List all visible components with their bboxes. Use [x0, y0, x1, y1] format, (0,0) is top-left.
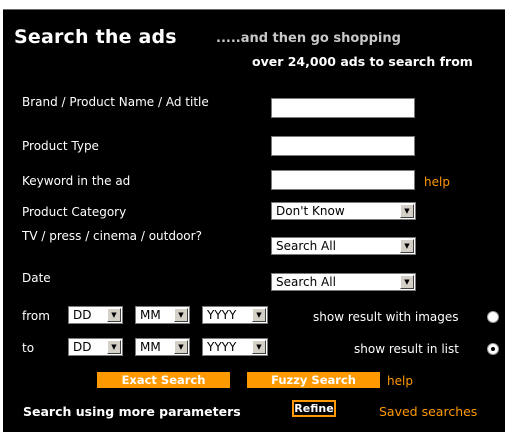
- product-type-input[interactable]: [271, 136, 415, 156]
- chevron-down-icon[interactable]: ▼: [252, 308, 266, 322]
- ad-count-text: over 24,000 ads to search from: [252, 54, 473, 69]
- to-year-select[interactable]: YYYY ▼: [202, 338, 268, 356]
- refine-button[interactable]: Refine: [292, 400, 336, 417]
- page-title: Search the ads: [14, 26, 177, 48]
- to-day-value: DD: [73, 340, 92, 354]
- to-month-value: MM: [140, 340, 161, 354]
- show-list-label: show result in list: [354, 342, 459, 356]
- chevron-down-icon[interactable]: ▼: [400, 204, 414, 218]
- from-month-select[interactable]: MM ▼: [135, 306, 190, 324]
- chevron-down-icon[interactable]: ▼: [400, 275, 414, 289]
- chevron-down-icon[interactable]: ▼: [107, 308, 121, 322]
- show-images-radio[interactable]: [487, 311, 499, 323]
- from-label: from: [22, 309, 50, 323]
- saved-searches-link[interactable]: Saved searches: [379, 404, 477, 419]
- exact-search-button[interactable]: Exact Search: [97, 372, 230, 388]
- from-year-select[interactable]: YYYY ▼: [202, 306, 268, 324]
- category-label: Product Category: [22, 205, 127, 219]
- chevron-down-icon[interactable]: ▼: [174, 340, 188, 354]
- to-month-select[interactable]: MM ▼: [135, 338, 190, 356]
- date-label: Date: [22, 271, 51, 285]
- search-help-link[interactable]: help: [387, 374, 413, 388]
- keyword-label: Keyword in the ad: [22, 174, 131, 188]
- category-select[interactable]: Don't Know ▼: [271, 202, 416, 220]
- keyword-input[interactable]: [271, 170, 415, 190]
- brand-input[interactable]: [271, 98, 415, 118]
- from-year-value: YYYY: [207, 308, 237, 322]
- show-images-label: show result with images: [313, 310, 459, 324]
- media-select[interactable]: Search All ▼: [271, 237, 416, 255]
- fuzzy-search-button[interactable]: Fuzzy Search: [247, 372, 380, 388]
- search-panel: [3, 9, 505, 432]
- to-year-value: YYYY: [207, 340, 237, 354]
- from-day-value: DD: [73, 308, 92, 322]
- chevron-down-icon[interactable]: ▼: [107, 340, 121, 354]
- show-list-radio[interactable]: [487, 343, 499, 355]
- date-select[interactable]: Search All ▼: [271, 273, 416, 291]
- panel-top-border: [3, 9, 505, 10]
- product-type-label: Product Type: [22, 139, 99, 153]
- to-label: to: [22, 341, 35, 355]
- brand-label: Brand / Product Name / Ad title: [22, 95, 209, 109]
- chevron-down-icon[interactable]: ▼: [252, 340, 266, 354]
- chevron-down-icon[interactable]: ▼: [400, 239, 414, 253]
- chevron-down-icon[interactable]: ▼: [174, 308, 188, 322]
- category-selected-value: Don't Know: [276, 204, 345, 218]
- media-selected-value: Search All: [276, 239, 336, 253]
- keyword-help-link[interactable]: help: [424, 175, 450, 189]
- from-day-select[interactable]: DD ▼: [68, 306, 123, 324]
- more-parameters-label: Search using more parameters: [23, 404, 241, 419]
- date-selected-value: Search All: [276, 275, 336, 289]
- page-subtitle: .....and then go shopping: [216, 31, 401, 46]
- media-label: TV / press / cinema / outdoor?: [22, 229, 202, 243]
- from-month-value: MM: [140, 308, 161, 322]
- to-day-select[interactable]: DD ▼: [68, 338, 123, 356]
